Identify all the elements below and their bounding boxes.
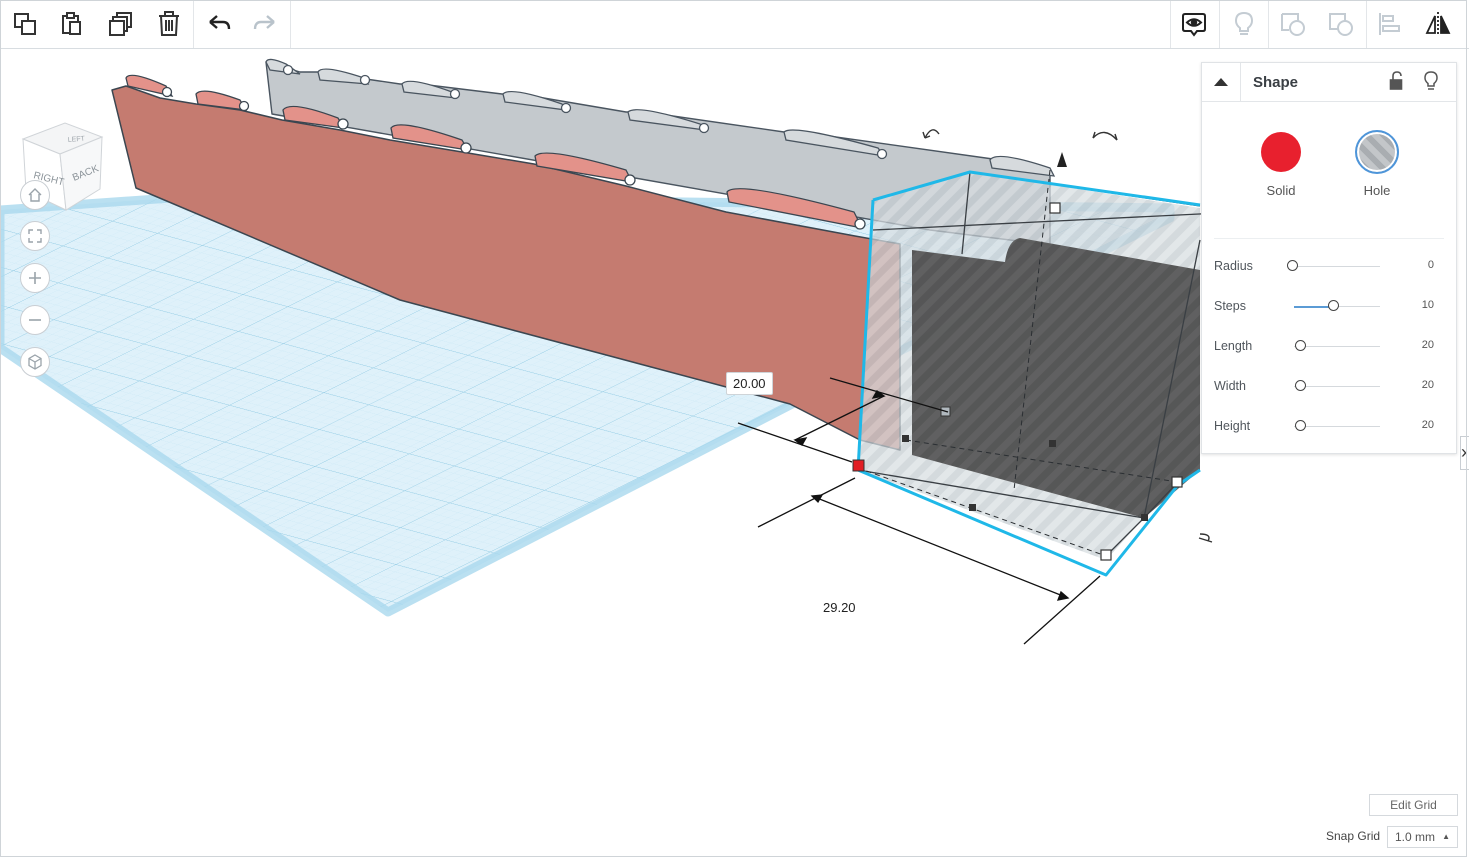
copy-icon[interactable]	[3, 3, 47, 45]
width-row: Width 20	[1202, 375, 1456, 399]
collapse-panel-button[interactable]	[1202, 63, 1241, 101]
perspective-icon[interactable]	[20, 347, 50, 377]
solid-option[interactable]: Solid	[1251, 132, 1311, 198]
height-slider-knob[interactable]	[1295, 420, 1306, 431]
steps-value[interactable]: 10	[1422, 299, 1434, 311]
height-value[interactable]: 20	[1422, 419, 1434, 431]
delete-icon[interactable]	[147, 3, 191, 45]
caret-up-icon: ▲	[1442, 832, 1450, 841]
expand-panel-handle[interactable]: ›	[1460, 436, 1469, 470]
light-bulb-icon[interactable]	[1421, 71, 1441, 91]
radius-slider-knob[interactable]	[1287, 260, 1298, 271]
ungroup-icon[interactable]	[1319, 3, 1363, 45]
inspector-title: Shape	[1253, 74, 1299, 91]
chevron-right-icon: ›	[1461, 442, 1467, 462]
radius-track[interactable]	[1294, 266, 1380, 267]
hole-label: Hole	[1363, 183, 1391, 198]
length-value[interactable]: 20	[1422, 339, 1434, 351]
length-dimension-label[interactable]: 29.20	[817, 597, 862, 618]
width-label: Width	[1214, 379, 1246, 393]
length-label: Length	[1214, 339, 1253, 353]
snap-grid-value: 1.0 mm	[1395, 830, 1436, 844]
hole-option[interactable]: Hole	[1347, 130, 1407, 198]
lock-icon[interactable]	[1387, 71, 1407, 91]
steps-label: Steps	[1214, 299, 1246, 313]
group-icon[interactable]	[1271, 3, 1315, 45]
solid-label: Solid	[1266, 183, 1296, 198]
fit-view-icon[interactable]	[20, 221, 50, 251]
snap-grid-label: Snap Grid	[1326, 829, 1381, 843]
width-dimension-label[interactable]: 20.00	[726, 372, 773, 395]
length-row: Length 20	[1202, 335, 1456, 359]
shape-inspector-panel: Shape Solid Hole Radius 0 Steps 10 Lengt…	[1201, 62, 1457, 454]
width-slider-knob[interactable]	[1295, 380, 1306, 391]
solid-color-swatch[interactable]	[1261, 132, 1301, 172]
snap-grid-select[interactable]: 1.0 mm ▲	[1387, 826, 1458, 848]
width-track[interactable]	[1294, 386, 1380, 387]
paste-icon[interactable]	[50, 3, 94, 45]
zoom-in-icon[interactable]	[20, 263, 50, 293]
undo-icon[interactable]	[197, 3, 241, 45]
show-all-icon[interactable]	[1172, 3, 1216, 45]
height-row: Height 20	[1202, 415, 1456, 439]
height-track[interactable]	[1294, 426, 1380, 427]
length-slider-knob[interactable]	[1295, 340, 1306, 351]
hole-swatch[interactable]	[1355, 130, 1399, 174]
chevron-up-icon	[1214, 78, 1228, 86]
width-value[interactable]: 20	[1422, 379, 1434, 391]
redo-icon[interactable]	[243, 3, 287, 45]
radius-label: Radius	[1214, 259, 1253, 273]
zoom-out-icon[interactable]	[20, 305, 50, 335]
align-icon[interactable]	[1368, 3, 1412, 45]
steps-row: Steps 10	[1202, 295, 1456, 319]
light-bulb-icon[interactable]	[1222, 3, 1266, 45]
home-view-icon[interactable]	[20, 180, 50, 210]
mirror-icon[interactable]	[1416, 3, 1460, 45]
selected-hole-box[interactable]	[856, 169, 1241, 577]
radius-row: Radius 0	[1202, 255, 1456, 279]
edit-grid-button[interactable]: Edit Grid	[1369, 794, 1458, 816]
length-track[interactable]	[1294, 346, 1380, 347]
main-toolbar	[0, 0, 1469, 49]
steps-slider-knob[interactable]	[1328, 300, 1339, 311]
height-label: Height	[1214, 419, 1251, 433]
radius-value[interactable]: 0	[1428, 259, 1434, 271]
inspector-header: Shape	[1202, 63, 1456, 102]
duplicate-icon[interactable]	[99, 3, 143, 45]
